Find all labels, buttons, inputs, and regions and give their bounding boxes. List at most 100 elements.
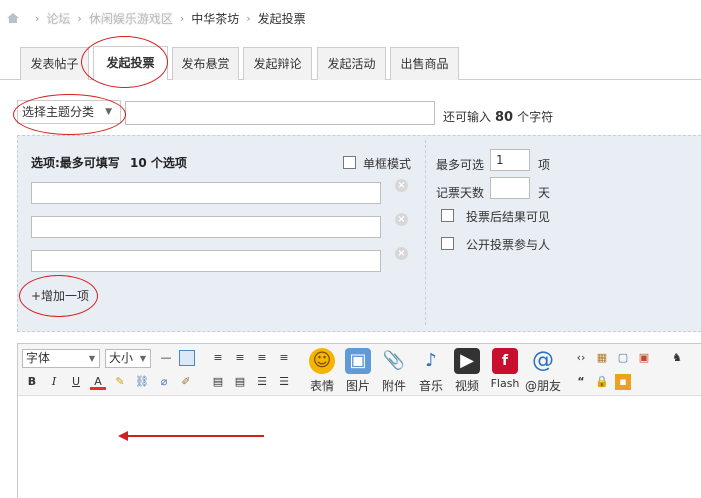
single-box-checkbox[interactable] [343,156,356,169]
tab-activity[interactable]: 发起活动 [317,47,386,80]
font-size-label: 大小 [109,351,134,365]
tab-trade[interactable]: 出售商品 [390,47,459,80]
clear-format-icon[interactable]: ✐ [178,374,194,390]
bold-icon[interactable]: B [24,374,40,390]
hide-content-icon[interactable]: ▦ [594,350,610,366]
video-label: 视频 [454,379,479,393]
emoji-label: 表情 [309,379,334,393]
tab-reward[interactable]: 发布悬赏 [172,47,239,80]
home-icon[interactable] [6,12,20,24]
image-icon: ▣ [345,348,371,374]
float-left-icon[interactable]: ▤ [210,374,226,390]
tab-poll[interactable]: 发起投票 [93,46,168,80]
unordered-list-icon[interactable]: ☰ [276,374,292,390]
delete-option-icon[interactable]: × [395,213,408,226]
qq-icon[interactable]: ♞ [669,350,685,366]
poll-option-input-1[interactable] [31,182,381,204]
highlight-icon[interactable]: ✎ [112,374,128,390]
max-choice-input[interactable]: 1 [490,149,530,171]
quote-block-icon[interactable]: ▢ [615,350,631,366]
music-note-icon: ♪ [425,350,437,371]
breadcrumb-separator: › [77,11,82,25]
vote-days-unit: 天 [538,186,551,200]
char-hint-suffix: 个字符 [517,110,554,124]
at-sign-icon: @ [532,348,554,373]
breadcrumb-separator: › [246,11,251,25]
film-icon: ▶ [454,348,480,374]
delete-option-icon[interactable]: × [395,247,408,260]
align-right-icon[interactable]: ≡ [254,350,270,366]
flash-button[interactable]: f Flash [488,348,522,392]
max-choice-unit: 项 [538,158,551,172]
align-justify-icon[interactable]: ≡ [276,350,292,366]
poll-option-input-3[interactable] [31,250,381,272]
single-box-label: 单框模式 [363,157,412,171]
code-icon[interactable]: ‹› [573,350,589,366]
breadcrumb-board[interactable]: 中华茶坊 [191,10,239,27]
public-voters-label: 公开投票参与人 [466,238,551,252]
font-family-select[interactable]: 字体 ▼ [22,349,100,368]
options-title: 选项:最多可填写 10 个选项 [31,154,187,171]
add-option-button[interactable]: +增加一项 [31,287,89,304]
char-count-hint: 还可输入 80 个字符 [443,108,553,125]
align-center-icon[interactable]: ≡ [232,350,248,366]
breadcrumb-separator: › [179,11,185,25]
chevron-down-icon: ▼ [105,107,112,117]
free-content-icon[interactable]: ▣ [636,350,652,366]
ordered-list-icon[interactable]: ☰ [254,374,270,390]
chevron-down-icon: ▼ [139,354,146,363]
breadcrumb: › 论坛 › 休闲娱乐游戏区 › 中华茶坊 › 发起投票 [0,0,701,36]
lock-icon[interactable]: 🔒 [594,374,610,390]
tab-debate[interactable]: 发起辩论 [243,47,312,80]
breadcrumb-separator: › [35,11,40,25]
image-label: 图片 [345,379,370,393]
font-color-icon[interactable]: A [90,374,106,390]
delete-option-icon[interactable]: × [395,179,408,192]
video-button[interactable]: ▶ 视频 [450,348,484,393]
vote-days-label: 记票天数 [436,186,485,200]
subject-input[interactable] [125,101,435,125]
vote-days-input[interactable] [490,177,530,199]
breadcrumb-forum[interactable]: 论坛 [46,10,70,27]
chevron-down-icon: ▼ [88,354,95,363]
music-button[interactable]: ♪ 音乐 [414,348,448,393]
mention-button[interactable]: @ @朋友 [524,348,562,393]
paperclip-icon: 📎 [382,350,406,371]
visible-after-vote-checkbox[interactable] [441,209,454,222]
breadcrumb-section[interactable]: 休闲娱乐游戏区 [89,10,173,27]
poll-divider [425,140,426,325]
public-voters-checkbox[interactable] [441,237,454,250]
font-size-select[interactable]: 大小 ▼ [105,349,151,368]
underline-icon[interactable]: U [68,374,84,390]
annotation-arrow-line [123,435,264,437]
subject-row: 选择主题分类 ▼ 还可输入 80 个字符 [0,96,701,130]
post-editor: 字体 ▼ 大小 ▼ — B I U A ✎ ⛓ ⌀ ✐ ≡ ≡ ≡ ≡ ▤ ▤ … [17,343,701,498]
attachment-label: 附件 [381,379,406,393]
char-hint-count: 80 [495,110,514,125]
quote-icon[interactable]: “ [573,374,589,390]
emoji-button[interactable]: ☺ 表情 [305,348,339,393]
thread-type-select[interactable]: 选择主题分类 ▼ [17,100,121,124]
flash-label: Flash [490,377,520,390]
editor-textarea[interactable] [18,397,701,498]
table-icon[interactable] [179,350,195,366]
flash-icon: f [492,348,518,374]
music-label: 音乐 [418,379,443,393]
annotation-arrow-head [118,431,128,441]
tab-new-thread[interactable]: 发表帖子 [20,47,89,80]
horizontal-rule-icon[interactable]: — [158,350,174,366]
float-right-icon[interactable]: ▤ [232,374,248,390]
align-left-icon[interactable]: ≡ [210,350,226,366]
poll-option-input-2[interactable] [31,216,381,238]
link-icon[interactable]: ⛓ [134,374,150,390]
password-icon[interactable]: ▪ [615,374,631,390]
smiley-icon: ☺ [309,348,335,374]
font-family-label: 字体 [26,351,51,365]
image-button[interactable]: ▣ 图片 [341,348,375,393]
editor-toolbar: 字体 ▼ 大小 ▼ — B I U A ✎ ⛓ ⌀ ✐ ≡ ≡ ≡ ≡ ▤ ▤ … [18,344,701,396]
italic-icon[interactable]: I [46,374,62,390]
options-title-text: 选项:最多可填写 [31,156,120,170]
attachment-button[interactable]: 📎 附件 [377,348,411,393]
unlink-icon[interactable]: ⌀ [156,374,172,390]
breadcrumb-current: 发起投票 [257,11,306,26]
